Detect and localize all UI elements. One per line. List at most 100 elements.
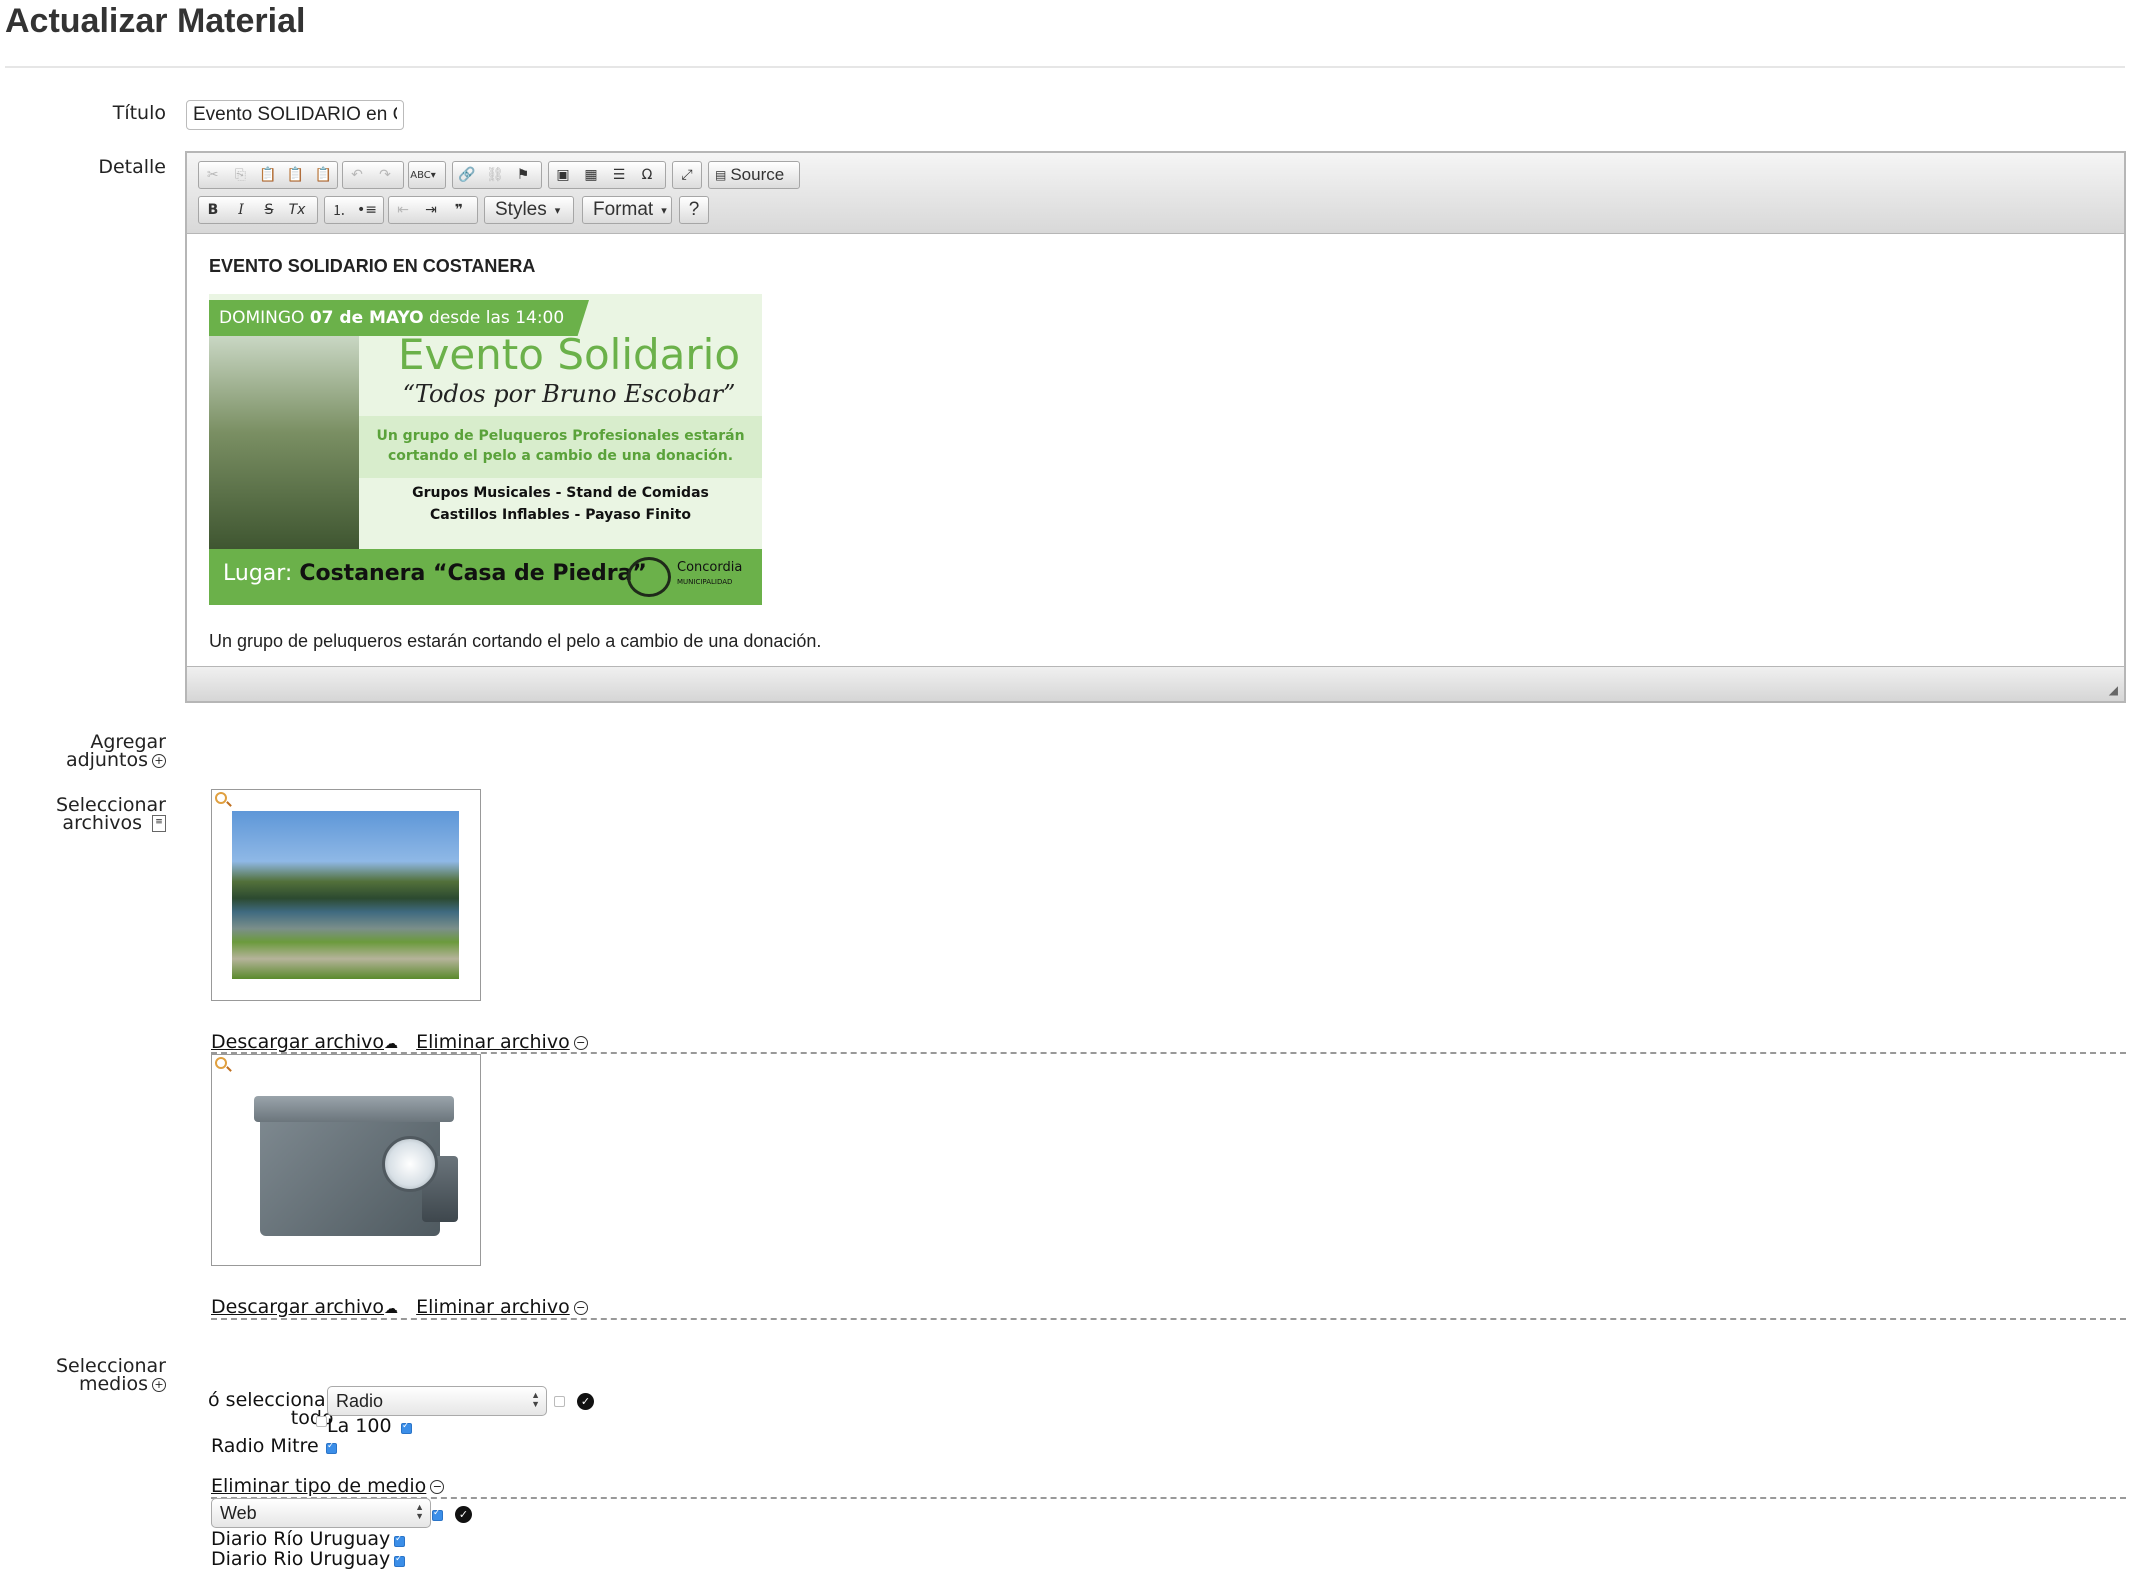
cut-icon[interactable]: ✂ [199,162,227,188]
agregar-adjuntos-label: Agregar adjuntos + [65,731,166,771]
add-circle-icon[interactable]: + [152,753,166,768]
strike-icon[interactable]: S [255,197,283,223]
cloud-download-icon[interactable]: ☁ [384,1301,398,1317]
metal-box-machine-photo [232,1076,459,1244]
content-heading: EVENTO SOLIDARIO EN COSTANERA [209,256,536,276]
rich-text-editor[interactable]: ✂ ⎘ 📋 📋 📋 ↶ ↷ ABC▾ 🔗 ⛓ ⚑ ▣ ▦ ☰ Ω ⤢ ▤ Sou… [185,151,2126,703]
source-button[interactable]: ▤ Source [708,161,800,189]
undo-icon[interactable]: ↶ [343,162,371,188]
blockquote-icon[interactable]: ❞ [445,197,473,223]
anchor-flag-icon[interactable]: ⚑ [509,162,537,188]
event-banner-image: DOMINGO 07 de MAYO desde las 14:00 hs Ev… [209,294,762,605]
page-title: Actualizar Material [5,2,306,40]
editor-statusbar: ◢ [187,666,2124,701]
sun-logo-icon [627,557,671,597]
remove-circle-icon[interactable]: − [573,1300,588,1315]
styles-label: Styles [495,199,547,220]
indent-group: ⇤ ⇥ ❞ [388,196,478,224]
italic-icon[interactable]: I [227,197,255,223]
paste-text-icon[interactable]: 📋 [282,162,310,188]
select-arrows-icon: ▲ ▼ [531,1390,540,1409]
content-paragraph: Un grupo de peluqueros estarán cortando … [209,631,822,651]
styles-dropdown[interactable]: Styles ▾ [484,196,574,224]
park-lake-photo [232,811,459,979]
clipboard-group: ✂ ⎘ 📋 📋 📋 [198,161,338,189]
media-outlet-checkbox[interactable] [394,1554,405,1567]
cloud-download-icon[interactable]: ☁ [384,1036,398,1052]
editor-toolbar: ✂ ⎘ 📋 📋 📋 ↶ ↷ ABC▾ 🔗 ⛓ ⚑ ▣ ▦ ☰ Ω ⤢ ▤ Sou… [187,153,2124,234]
paste-icon[interactable]: 📋 [254,162,282,188]
spellcheck-group: ABC▾ [408,161,446,189]
attachment-thumbnail[interactable] [211,789,481,1001]
link-icon[interactable]: 🔗 [453,162,481,188]
zoom-icon[interactable] [215,792,227,804]
media-type-checkbox[interactable] [432,1508,443,1521]
image-icon[interactable]: ▣ [549,162,577,188]
delete-file-link[interactable]: Eliminar archivo [416,1031,570,1053]
media-outlet-checkbox[interactable] [401,1421,412,1434]
help-button[interactable]: ? [679,196,709,224]
remove-format-icon[interactable]: Tx [283,197,311,223]
banner-activities: Grupos Musicales - Stand de Comidas Cast… [412,485,709,523]
indent-icon[interactable]: ⇥ [417,197,445,223]
help-label: ? [688,199,700,220]
delete-file-link[interactable]: Eliminar archivo [416,1296,570,1318]
attachment-thumbnail[interactable] [211,1054,481,1266]
media-outlet-label: Radio Mitre [211,1435,319,1457]
divider [211,1318,2126,1320]
download-file-link[interactable]: Descargar archivo [211,1296,384,1318]
select-arrows-icon: ▲ ▼ [415,1502,424,1521]
zoom-icon[interactable] [215,1057,227,1069]
media-outlet-label: Diario Río Uruguay [211,1528,391,1550]
attachment-actions: Descargar archivo☁ Eliminar archivo − [211,1031,588,1053]
media-outlet-checkbox[interactable] [326,1441,337,1454]
banner-place: Lugar: Costanera “Casa de Piedra” [223,561,647,586]
media-type-select[interactable]: Radio ▲ ▼ [327,1386,547,1416]
detalle-label: Detalle [98,156,166,178]
confirm-check-icon[interactable]: ✓ [577,1393,594,1410]
machine-lid [254,1096,454,1122]
special-char-icon[interactable]: Ω [633,162,661,188]
source-doc-icon: ▤ [715,168,727,182]
delete-media-type-link[interactable]: Eliminar tipo de medio [211,1475,426,1497]
banner-footer: Lugar: Costanera “Casa de Piedra” Concor… [209,549,762,605]
media-type-checkbox[interactable] [554,1396,565,1407]
banner-subtitle: “Todos por Bruno Escobar” [402,380,736,408]
select-all-checkbox[interactable] [316,1416,327,1427]
list-group: ⒈ •≡ [324,196,384,224]
remove-circle-icon[interactable]: − [573,1035,588,1050]
table-icon[interactable]: ▦ [577,162,605,188]
format-label: Format [593,199,654,220]
confirm-check-icon[interactable]: ✓ [455,1506,472,1523]
media-outlet-label: Diario Rio Uruguay [211,1548,391,1570]
chevron-down-icon: ▾ [661,204,667,217]
seleccionar-medios-label: Seleccionar medios + [55,1355,166,1395]
redo-icon[interactable]: ↷ [371,162,399,188]
bold-icon[interactable]: B [199,197,227,223]
spellcheck-icon[interactable]: ABC▾ [409,162,437,188]
chevron-down-icon: ▾ [554,204,561,217]
numbered-list-icon[interactable]: ⒈ [325,197,353,223]
paste-word-icon[interactable]: 📋 [309,162,337,188]
titulo-input[interactable] [186,100,404,130]
copy-icon[interactable]: ⎘ [227,162,255,188]
outdent-icon[interactable]: ⇤ [389,197,417,223]
format-dropdown[interactable]: Format ▾ [582,196,672,224]
unlink-icon[interactable]: ⛓ [481,162,509,188]
bulleted-list-icon[interactable]: •≡ [353,197,381,223]
media-type-select[interactable]: Web ▲ ▼ [211,1498,431,1528]
media-outlet-checkbox[interactable] [394,1534,405,1547]
media-type-value: Radio [336,1391,384,1411]
remove-circle-icon[interactable]: − [430,1479,445,1494]
link-group: 🔗 ⛓ ⚑ [452,161,542,189]
resize-handle-icon[interactable]: ◢ [2109,683,2118,697]
delete-media-type: Eliminar tipo de medio − [211,1475,445,1497]
add-circle-icon[interactable]: + [152,1377,166,1392]
media-outlet-label: La 100 [327,1415,392,1437]
file-icon[interactable]: ≡ [152,815,166,832]
banner-family-photo [209,336,359,551]
editor-content[interactable]: EVENTO SOLIDARIO EN COSTANERA DOMINGO 07… [187,234,2124,670]
maximize-icon[interactable]: ⤢ [673,162,701,188]
horizontal-rule-icon[interactable]: ☰ [605,162,633,188]
download-file-link[interactable]: Descargar archivo [211,1031,384,1053]
